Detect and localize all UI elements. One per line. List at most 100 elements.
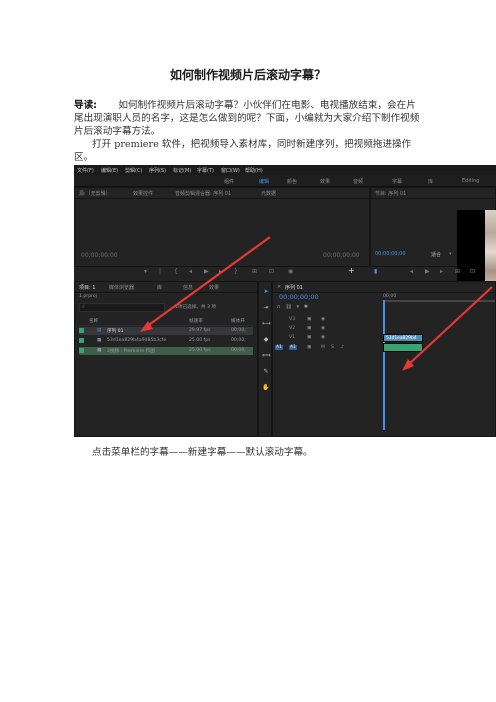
program-lift-icon[interactable]: ⊞ [455,268,460,275]
export-frame-icon[interactable]: ◉ [288,268,293,275]
add-button-icon[interactable]: + [348,266,355,275]
mute-icon[interactable]: M [321,345,325,350]
program-panel: 节目: 序列 01 00;00;00;00 适合 ▾ [370,187,496,286]
item-fps: 29.97 fps [189,328,211,333]
workspace-effects[interactable]: 效果 [320,178,330,185]
source-timecode-left: 00;00;00;00 [81,252,118,259]
workspace-editing[interactable]: 编辑 [259,178,269,185]
close-icon[interactable]: × [277,284,281,290]
source-tabs: 源:（无剪辑） 效果控件 音频剪辑混合器: 序列 01 元数据 [75,188,369,199]
source-transport: ▾ | { ◂ ▶ ▸ } ⊞ ⊡ ◉ + [74,266,370,279]
lock-icon[interactable]: ▣ [307,317,311,322]
video-clip-icon: ▦ [97,338,102,343]
workspace-editing-en[interactable]: Editing [462,178,479,184]
sequence-icon: ▤ [97,328,102,333]
audio-clip[interactable] [383,343,423,352]
menu-item-edit[interactable]: 编辑(E) [101,167,118,174]
track-label[interactable]: A1 [289,345,298,350]
eye-icon[interactable]: ◉ [321,335,325,340]
tab-audio-mixer[interactable]: 音频剪辑混合器: 序列 01 [175,190,231,197]
menu-item-window[interactable]: 窗口(W) [221,167,240,174]
workspace-assembly[interactable]: 组件 [224,178,234,185]
track-select-tool-icon[interactable]: ⇥ [262,304,270,312]
label-color-swatch [79,338,84,343]
ripple-edit-tool-icon[interactable]: ⟷ [262,320,271,328]
selection-tool-icon[interactable]: ➤ [262,288,270,296]
tab-sequence[interactable]: 序列 01 [285,284,303,291]
hand-tool-icon[interactable]: ✋ [262,384,270,392]
timeline-ruler[interactable] [383,300,495,302]
mic-icon[interactable]: ♪ [341,345,344,350]
eye-icon[interactable]: ◉ [321,317,325,322]
program-step-back-icon[interactable]: ◂ [410,268,413,275]
tab-program[interactable]: 节目: 序列 01 [375,190,406,197]
column-media-start[interactable]: 媒体开 [231,318,245,324]
program-fit-select[interactable]: 适合 [431,251,441,258]
program-play-icon[interactable]: ▶ [425,268,430,275]
menu-item-title[interactable]: 字幕(T) [197,167,214,174]
menu-item-help[interactable]: 帮助(H) [245,167,263,174]
timeline-ruler-start: 00;00 [383,294,397,299]
razor-tool-icon[interactable]: ◆ [262,336,270,344]
tab-project[interactable]: 项目: 1 [79,284,95,291]
tab-media-browser[interactable]: 媒体浏览器 [109,284,134,291]
project-item-row[interactable]: ▦ 2视频 - Premiere 作图 25.00 fps 00;00; [79,347,253,355]
project-item-row[interactable]: ▦ 53d1ea829b4a9d85b3cfe 25.00 fps 00;00; [79,337,253,345]
tab-effects[interactable]: 效果 [209,284,219,291]
program-timecode: 00;00;00;00 [375,251,406,257]
insert-icon[interactable]: ⊞ [252,268,257,275]
menu-item-clip[interactable]: 剪辑(C) [125,167,142,174]
column-name[interactable]: 名称 [89,318,98,324]
step1-paragraph: 打开 premiere 软件，把视频导入素材库，同时新建序列，把视频拖进操作区。 [74,139,412,163]
slip-tool-icon[interactable]: ⟺ [262,352,271,360]
overwrite-icon[interactable]: ⊡ [269,268,274,275]
project-search-input[interactable]: ⌕ [79,303,165,312]
lock-icon[interactable]: ▣ [307,326,311,331]
video-clip[interactable]: 53d1ea829b4 [383,334,423,342]
add-marker-icon[interactable]: ▾ [297,304,300,310]
step-forward-icon[interactable]: ▸ [219,268,222,275]
solo-icon[interactable]: S [331,345,334,350]
item-name: 序列 01 [107,329,124,334]
playhead[interactable] [383,300,385,430]
workspace-audio[interactable]: 音频 [353,178,363,185]
go-to-in-icon[interactable]: { [174,268,178,275]
column-framerate[interactable]: 帧速率 [189,318,203,324]
track-label: V1 [289,335,296,340]
premiere-screenshot: 文件(F) 编辑(E) 剪辑(C) 序列(S) 标记(M) 字幕(T) 窗口(W… [74,165,496,437]
track-v3: V3 ▣ ◉ [273,316,383,324]
lock-icon[interactable]: ▣ [307,335,311,340]
menu-item-marker[interactable]: 标记(M) [173,167,191,174]
timeline-tabs: × 序列 01 [273,282,495,293]
mark-out-icon[interactable]: | [159,268,161,275]
project-item-row[interactable]: ▤ 序列 01 29.97 fps 00;00; [79,327,253,335]
tab-info[interactable]: 信息 [183,284,193,291]
source-patch[interactable]: A1 [275,345,284,350]
mark-in-icon[interactable]: ▾ [144,268,147,275]
workspace-titles[interactable]: 字幕 [392,178,402,185]
program-step-forward-icon[interactable]: ▸ [440,268,443,275]
linked-selection-icon[interactable]: ⛓ [285,304,291,310]
eye-icon[interactable]: ◉ [321,326,325,331]
label-color-swatch [79,348,84,353]
snap-icon[interactable]: ∩ [277,304,281,310]
step-back-icon[interactable]: ◂ [189,268,192,275]
tab-effect-controls[interactable]: 效果控件 [133,190,153,197]
menu-item-sequence[interactable]: 序列(S) [149,167,166,174]
play-icon[interactable]: ▶ [204,268,209,275]
workspace-color[interactable]: 颜色 [287,178,297,185]
tab-libraries[interactable]: 库 [157,284,162,291]
tab-source[interactable]: 源:（无剪辑） [79,190,111,197]
lock-icon[interactable]: ▣ [307,345,311,350]
program-extract-icon[interactable]: ⊡ [470,268,475,275]
track-label: V2 [289,326,296,331]
settings-wrench-icon[interactable]: ✱ [304,304,308,310]
pen-tool-icon[interactable]: ✎ [262,368,270,376]
chevron-down-icon[interactable]: ▾ [449,251,452,257]
playhead-icon[interactable]: ▮ [374,268,377,275]
tab-metadata[interactable]: 元数据 [261,190,276,197]
intro-text: 如何制作视频片后滚动字幕？小伙伴们在电影、电视播放结束，会在片尾出现演职人员的名… [74,100,420,137]
go-to-out-icon[interactable]: } [234,268,238,275]
menu-item-file[interactable]: 文件(F) [77,167,94,174]
workspace-library[interactable]: 库 [428,178,433,185]
